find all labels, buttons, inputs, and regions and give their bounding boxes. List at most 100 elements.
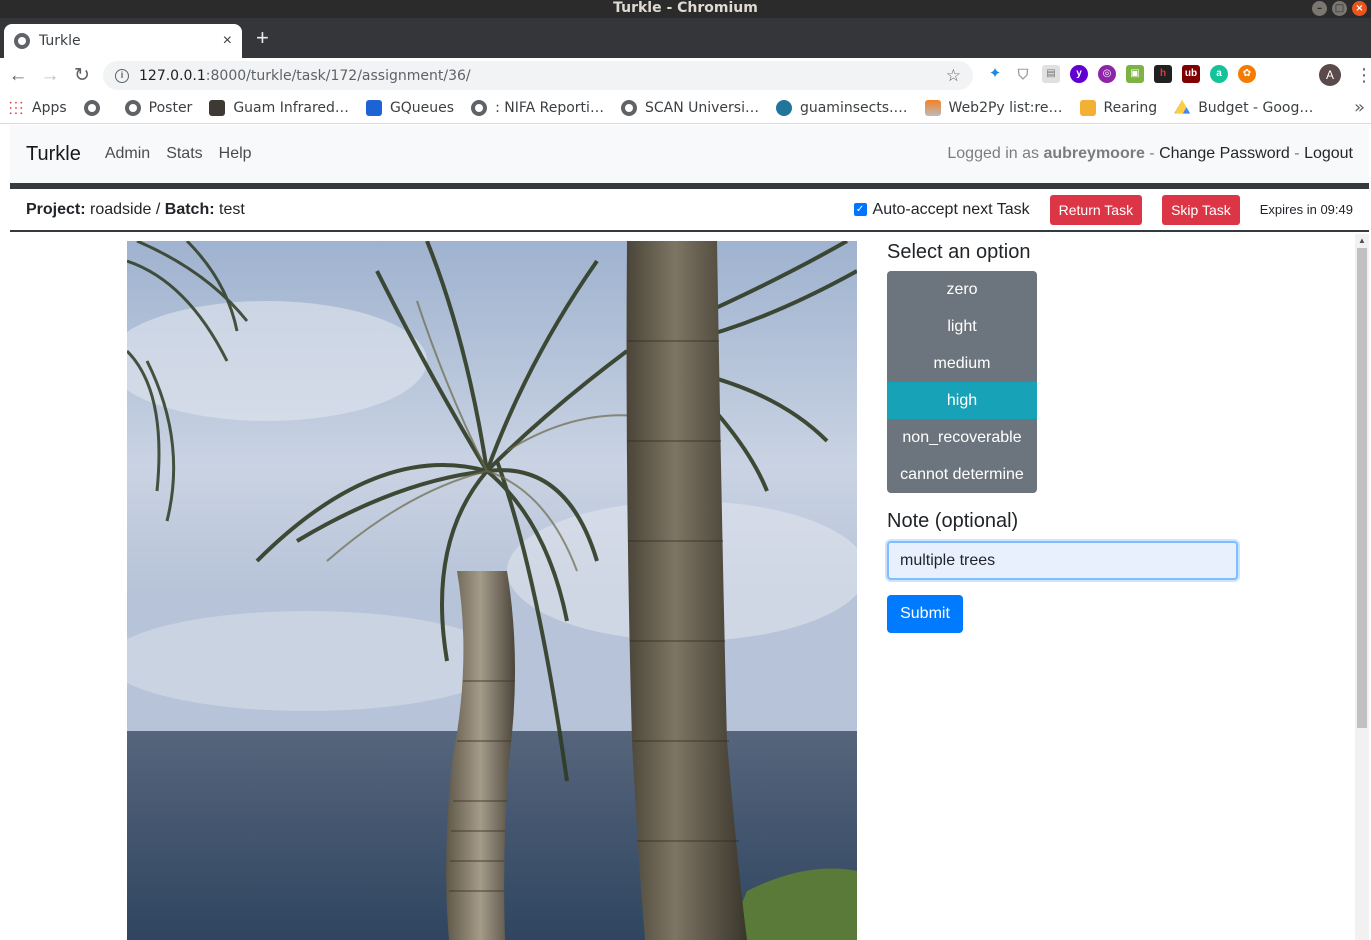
url-path: :8000/turkle/task/172/assignment/36/ <box>205 67 471 84</box>
more-bookmarks-icon[interactable]: » <box>1354 97 1365 118</box>
app-navbar: Turkle Admin Stats Help Logged in as aub… <box>10 125 1369 183</box>
nav-link-stats[interactable]: Stats <box>166 145 202 163</box>
image-icon <box>209 100 226 116</box>
separator: - <box>1149 145 1155 162</box>
reload-icon[interactable]: ↻ <box>72 65 92 86</box>
note-label: Note (optional) <box>887 510 1019 532</box>
globe-icon <box>471 100 488 116</box>
bookmark-label: : NIFA Reporti… <box>495 100 604 116</box>
separator: - <box>1294 145 1300 162</box>
document-extension-icon[interactable]: ▤ <box>1042 65 1060 83</box>
expiry-timer: Expires in 09:49 <box>1259 202 1353 217</box>
task-actions: ✓ Auto-accept next Task Return Task Skip… <box>853 194 1353 225</box>
select-option-heading: Select an option <box>887 241 1031 263</box>
bookmark-label: GQueues <box>389 100 455 116</box>
brand-link[interactable]: Turkle <box>26 143 81 166</box>
tab-turkle[interactable]: Turkle × <box>4 24 242 58</box>
scrollbar-thumb[interactable] <box>1357 248 1367 728</box>
tab-title: Turkle <box>39 33 81 49</box>
window-title: Turkle - Chromium <box>613 0 758 16</box>
batch-name: test <box>219 200 245 218</box>
orange-extension-icon[interactable]: ✿ <box>1238 65 1256 83</box>
project-name: roadside <box>90 200 152 218</box>
palm-tree-photo <box>127 241 857 940</box>
bookmark-gqueues[interactable]: GQueues <box>365 100 455 116</box>
url-host: 127.0.0.1 <box>139 67 206 84</box>
username: aubreymoore <box>1043 145 1145 162</box>
apps-grid-icon <box>8 100 24 116</box>
url-text[interactable]: 127.0.0.1:8000/turkle/task/172/assignmen… <box>139 68 946 84</box>
note-input[interactable]: multiple trees <box>887 541 1238 580</box>
bookmark-label: Rearing <box>1103 100 1158 116</box>
gqueues-icon <box>365 100 382 116</box>
option-light[interactable]: light <box>887 308 1037 345</box>
browser-toolbar: ← → ↻ i 127.0.0.1:8000/turkle/task/172/a… <box>0 58 1371 93</box>
stackoverflow-icon <box>924 100 941 116</box>
minimize-icon[interactable]: – <box>1312 1 1327 16</box>
bookmark-scan[interactable]: SCAN Universi… <box>620 100 759 116</box>
nav-link-admin[interactable]: Admin <box>105 145 150 163</box>
bookmark-poster[interactable]: Poster <box>124 100 192 116</box>
logout-link[interactable]: Logout <box>1304 145 1353 162</box>
window-controls: – □ × <box>1312 1 1367 16</box>
site-info-icon[interactable]: i <box>115 68 129 83</box>
h-extension-icon[interactable]: h <box>1154 65 1172 83</box>
yahoo-extension-icon[interactable]: y <box>1070 65 1088 83</box>
auto-accept-checkbox[interactable]: ✓ <box>853 203 867 216</box>
screenshot-extension-icon[interactable]: ▣ <box>1126 65 1144 83</box>
browser-menu-icon[interactable]: ⋮ <box>1355 64 1371 86</box>
submit-button[interactable]: Submit <box>887 595 963 633</box>
extensions-area: ✦ ⛉ ▤ y ◎ ▣ h ub a ✿ <box>986 65 1256 83</box>
option-high[interactable]: high <box>887 382 1037 419</box>
bookmark-budget[interactable]: Budget - Goog… <box>1174 100 1313 116</box>
close-tab-icon[interactable]: × <box>223 32 232 50</box>
web-extension-icon[interactable]: ◎ <box>1098 65 1116 83</box>
bookmark-label: guaminsects.… <box>799 100 908 116</box>
nav-link-help[interactable]: Help <box>219 145 252 163</box>
bookmark-nifa[interactable]: : NIFA Reporti… <box>471 100 604 116</box>
ublock-extension-icon[interactable]: ub <box>1182 65 1200 83</box>
option-cannot-determine[interactable]: cannot determine <box>887 456 1037 493</box>
profile-avatar[interactable]: A <box>1319 64 1341 86</box>
logged-in-label: Logged in as <box>947 145 1040 162</box>
wordpress-icon <box>775 100 792 116</box>
option-medium[interactable]: medium <box>887 345 1037 382</box>
drive-icon <box>1174 100 1191 114</box>
return-task-button[interactable]: Return Task <box>1049 194 1143 225</box>
change-password-link[interactable]: Change Password <box>1159 145 1290 162</box>
bookmark-label: Apps <box>32 100 67 116</box>
globe-icon <box>620 100 637 116</box>
bookmark-star-icon[interactable]: ☆ <box>946 66 961 86</box>
close-window-icon[interactable]: × <box>1352 1 1367 16</box>
project-batch: Project: roadside / Batch: test <box>26 201 245 219</box>
bookmark-guam-infrared[interactable]: Guam Infrared… <box>209 100 349 116</box>
scroll-up-icon[interactable]: ▲ <box>1358 236 1366 245</box>
project-label: Project: <box>26 200 86 218</box>
bookmark-globe[interactable] <box>83 100 108 116</box>
user-info: Logged in as aubreymoore - Change Passwo… <box>947 145 1353 163</box>
tab-strip: Turkle × + <box>0 18 1371 58</box>
w2p-icon <box>1079 100 1096 116</box>
forward-arrow-icon[interactable]: → <box>40 65 60 86</box>
page-scrollbar[interactable]: ▲ <box>1355 234 1369 940</box>
back-arrow-icon[interactable]: ← <box>8 65 28 86</box>
bookmark-guaminsects[interactable]: guaminsects.… <box>775 100 908 116</box>
maximize-icon[interactable]: □ <box>1332 1 1347 16</box>
bookmark-web2py[interactable]: Web2Py list:re… <box>924 100 1063 116</box>
bookmarks-bar: Apps Poster Guam Infrared… GQueues : NIF… <box>0 93 1371 124</box>
butterfly-extension-icon[interactable]: ✦ <box>986 65 1004 83</box>
bookmark-label: Web2Py list:re… <box>948 100 1063 116</box>
option-non-recoverable[interactable]: non_recoverable <box>887 419 1037 456</box>
task-header: Project: roadside / Batch: test ✓ Auto-a… <box>10 189 1369 232</box>
option-zero[interactable]: zero <box>887 271 1037 308</box>
address-bar[interactable]: i 127.0.0.1:8000/turkle/task/172/assignm… <box>103 61 973 90</box>
bookmark-apps[interactable]: Apps <box>8 100 67 116</box>
window-titlebar: Turkle - Chromium – □ × <box>0 0 1371 18</box>
bookmark-rearing[interactable]: Rearing <box>1079 100 1158 116</box>
auto-accept-label[interactable]: Auto-accept next Task <box>873 201 1030 219</box>
skip-task-button[interactable]: Skip Task <box>1162 194 1240 225</box>
grammarly-extension-icon[interactable]: a <box>1210 65 1228 83</box>
shield-extension-icon[interactable]: ⛉ <box>1014 65 1032 83</box>
globe-icon <box>14 33 30 49</box>
new-tab-button[interactable]: + <box>256 26 269 50</box>
